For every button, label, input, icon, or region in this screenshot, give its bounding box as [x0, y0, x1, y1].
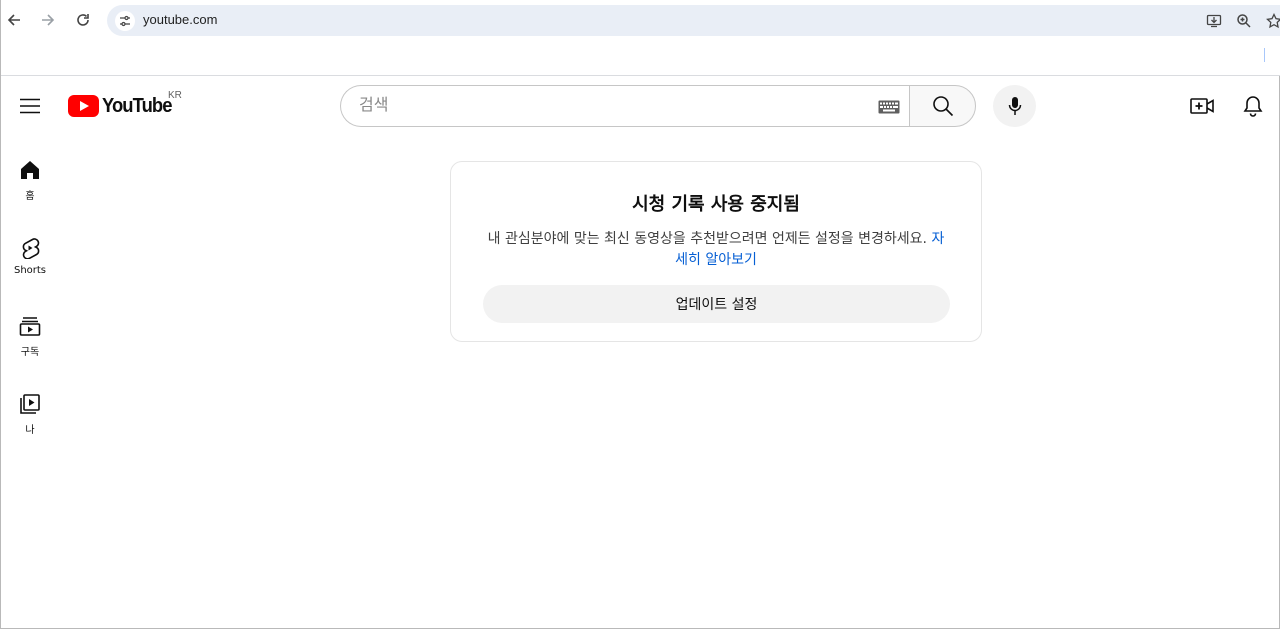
- video-add-icon: [1190, 98, 1214, 114]
- update-settings-button[interactable]: 업데이트 설정: [483, 285, 950, 323]
- guide-label-you: 나: [25, 425, 35, 436]
- search-box[interactable]: [340, 85, 910, 127]
- youtube-masthead: YouTube KR: [1, 76, 1280, 136]
- guide-label-subscriptions: 구독: [20, 347, 40, 358]
- create-button[interactable]: [1186, 90, 1218, 122]
- guide-menu-button[interactable]: [14, 90, 46, 122]
- card-body-text: 내 관심분야에 맞는 최신 동영상을 추천받으려면 언제든 설정을 변경하세요.: [487, 231, 927, 247]
- mini-guide: 홈 Shorts 구독 나: [1, 145, 59, 457]
- subscriptions-icon: [19, 317, 41, 336]
- card-title: 시청 기록 사용 중지됨: [632, 194, 800, 215]
- microphone-icon: [1008, 97, 1021, 115]
- bell-icon: [1243, 96, 1263, 117]
- shorts-icon: [22, 238, 40, 259]
- keyboard-icon[interactable]: [878, 99, 900, 115]
- zoom-button[interactable]: [1235, 12, 1253, 30]
- menu-icon: [20, 98, 40, 114]
- bookmarks-bar: [1, 40, 1280, 76]
- reload-icon: [77, 14, 89, 26]
- guide-item-shorts[interactable]: Shorts: [1, 223, 59, 301]
- youtube-play-icon: [68, 95, 99, 117]
- home-icon: [21, 161, 39, 179]
- notifications-button[interactable]: [1237, 90, 1269, 122]
- bookmark-button[interactable]: [1265, 12, 1280, 30]
- reload-button[interactable]: [71, 8, 95, 32]
- address-bar[interactable]: youtube.com: [107, 5, 1280, 36]
- logo-text: YouTube: [102, 94, 172, 117]
- zoom-icon: [1237, 14, 1251, 28]
- tune-icon: [120, 15, 130, 27]
- guide-item-you[interactable]: 나: [1, 379, 59, 457]
- star-icon: [1266, 13, 1280, 29]
- history-paused-card: 시청 기록 사용 중지됨 내 관심분야에 맞는 최신 동영상을 추천받으려면 언…: [450, 161, 982, 342]
- search-button[interactable]: [909, 85, 976, 127]
- search-icon: [932, 96, 953, 117]
- install-icon: [1206, 14, 1222, 28]
- search-input[interactable]: [359, 95, 859, 114]
- install-app-button[interactable]: [1205, 12, 1223, 30]
- guide-label-shorts: Shorts: [13, 265, 47, 276]
- forward-arrow-icon: [42, 14, 55, 26]
- guide-label-home: 홈: [25, 191, 35, 202]
- voice-search-button[interactable]: [993, 85, 1036, 127]
- site-info-button[interactable]: [115, 11, 135, 31]
- browser-toolbar: youtube.com: [1, 0, 1280, 40]
- forward-button[interactable]: [36, 8, 60, 32]
- you-icon: [20, 394, 40, 414]
- guide-item-home[interactable]: 홈: [1, 145, 59, 223]
- bookmarks-divider: [1264, 48, 1265, 62]
- back-button[interactable]: [2, 8, 26, 32]
- back-arrow-icon: [7, 14, 20, 26]
- window-frame: youtube.com YouTube KR 검색 홈 Shorts 구독 나 …: [0, 0, 1280, 629]
- guide-item-subscriptions[interactable]: 구독: [1, 301, 59, 379]
- country-code: KR: [168, 90, 182, 101]
- card-body: 내 관심분야에 맞는 최신 동영상을 추천받으려면 언제든 설정을 변경하세요.…: [483, 229, 949, 271]
- url-text: youtube.com: [143, 12, 218, 27]
- youtube-logo[interactable]: YouTube: [68, 95, 178, 117]
